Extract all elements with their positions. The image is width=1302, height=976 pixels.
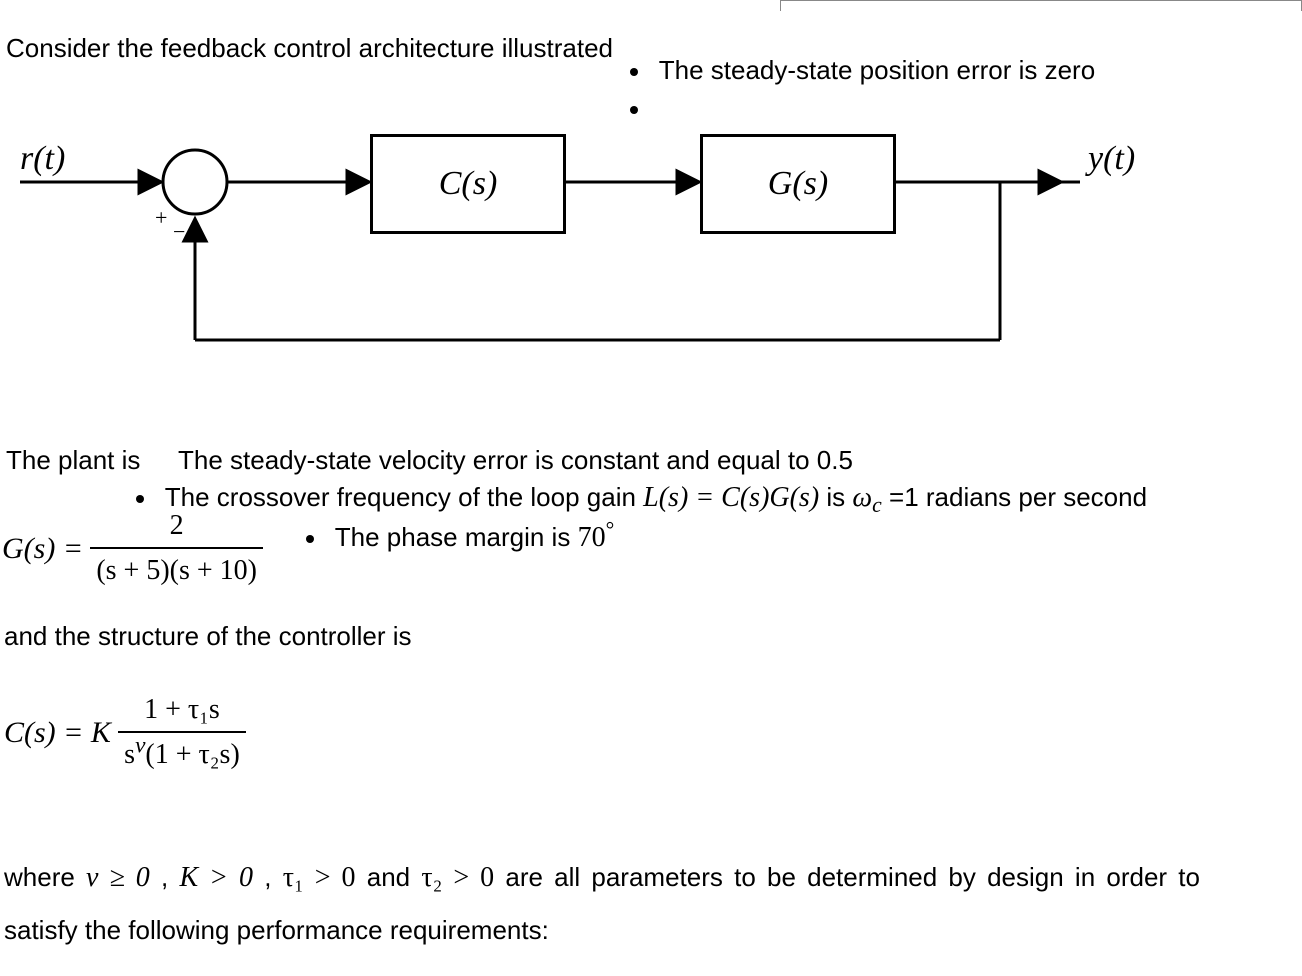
closing-line-2: satisfy the following performance requir… <box>4 912 549 950</box>
closing-tail: are all parameters to be determined by d… <box>505 862 1200 892</box>
omega-c: ω <box>852 482 872 513</box>
bullet-3-mid: is <box>826 482 852 512</box>
plant-block: G(s) <box>700 134 896 234</box>
sum-plus: + <box>155 202 167 234</box>
c-numer: 1 + τ₁s <box>118 690 246 731</box>
c-lhs: C(s) = K <box>4 716 111 749</box>
closing-where: where <box>4 862 86 892</box>
controller-intro: and the structure of the controller is <box>4 618 412 656</box>
intro-text: Consider the feedback control architectu… <box>6 30 613 68</box>
bullet-1: The steady-state position error is zero <box>630 52 1095 90</box>
c-den-rest: (1 + τ₂s) <box>145 739 239 770</box>
c-den-s: s <box>124 739 135 770</box>
output-label: y(t) <box>1088 134 1135 183</box>
bullet-4-pre: The phase margin is <box>335 522 578 552</box>
block-diagram: C(s) G(s) r(t) y(t) + − <box>0 120 1302 380</box>
param-tau1: τ₁ > 0 <box>283 862 356 893</box>
degree-symbol: ° <box>606 517 615 541</box>
and-text: and <box>367 862 422 892</box>
controller-block: C(s) <box>370 134 566 234</box>
pm-value: 70 <box>578 522 606 553</box>
c-den-exp: ν <box>135 732 145 758</box>
g-lhs: G(s) = <box>2 532 83 565</box>
controller-equation: C(s) = K 1 + τ₁s sν(1 + τ₂s) <box>4 690 246 775</box>
block-g-label: G(s) <box>768 159 828 208</box>
loop-gain-expr: L(s) = C(s)G(s) <box>643 482 819 513</box>
g-denom: (s + 5)(s + 10) <box>90 547 263 592</box>
block-c-label: C(s) <box>439 159 498 208</box>
bullet-2-text: The steady-state velocity error is const… <box>178 442 853 480</box>
page: Consider the feedback control architectu… <box>0 0 1302 976</box>
sep2: , <box>264 862 282 892</box>
bullet-1-text: The steady-state position error is zero <box>659 55 1095 85</box>
plant-is-text: The plant is <box>6 442 140 480</box>
bullet-icon <box>136 495 144 503</box>
g-numer: 2 <box>90 506 263 547</box>
bullet-3: The crossover frequency of the loop gain… <box>136 478 1147 519</box>
param-tau2: τ₂ > 0 <box>421 862 494 893</box>
decorative-box <box>780 0 1302 11</box>
bullet-3-post: =1 radians per second <box>889 482 1147 512</box>
closing-line-1: where ν ≥ 0 , K > 0 , τ₁ > 0 and τ₂ > 0 … <box>4 858 1200 899</box>
param-nu: ν ≥ 0 <box>86 862 150 893</box>
omega-sub: c <box>872 493 882 517</box>
bullet-icon <box>306 535 314 543</box>
sep1: , <box>161 862 179 892</box>
param-k: K > 0 <box>179 862 253 893</box>
bullet-icon <box>630 106 638 114</box>
bullet-4: The phase margin is 70° <box>306 518 614 559</box>
input-label: r(t) <box>20 134 65 183</box>
c-denom: sν(1 + τ₂s) <box>118 731 246 776</box>
bullet-icon <box>630 68 638 76</box>
sum-minus: − <box>173 216 185 248</box>
plant-equation: G(s) = 2 (s + 5)(s + 10) <box>2 506 263 591</box>
